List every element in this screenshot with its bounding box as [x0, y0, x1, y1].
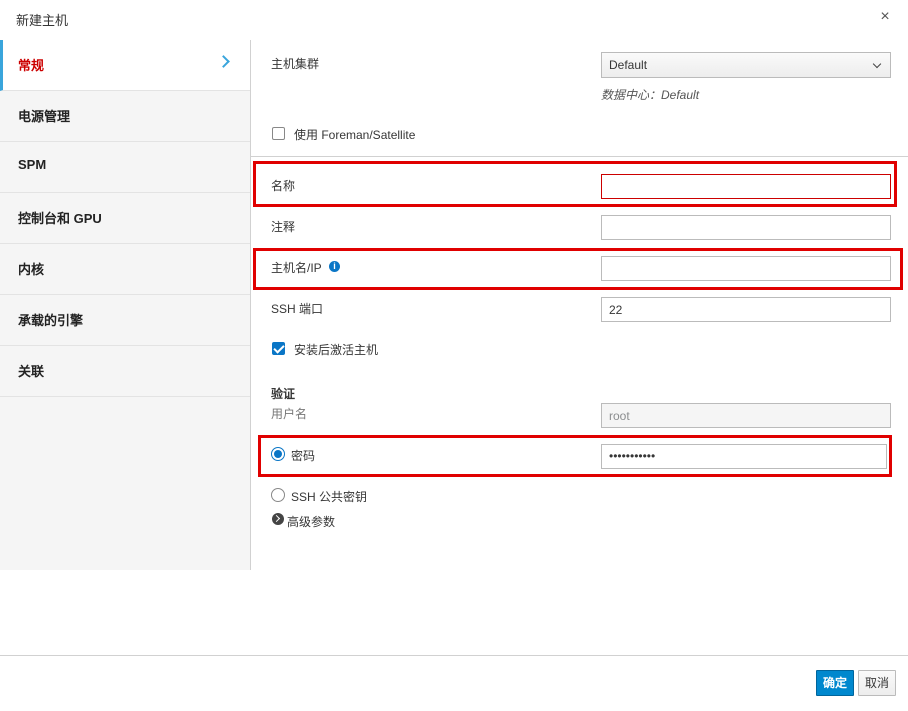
ssh-port-label: SSH 端口 — [271, 302, 324, 316]
sidebar-item-spm[interactable]: SPM — [0, 142, 250, 193]
password-radio-label: 密码 — [291, 449, 316, 463]
hostname-label: 主机名/IP — [271, 261, 322, 275]
dialog-title: 新建主机 — [16, 13, 69, 28]
ssh-port-input[interactable] — [601, 297, 891, 322]
sidebar-item-label: 电源管理 — [18, 109, 71, 124]
ok-button[interactable]: 确定 — [816, 670, 854, 696]
expand-icon[interactable] — [272, 513, 284, 525]
dialog-footer: 确定 取消 — [0, 655, 908, 711]
username-label: 用户名 — [271, 407, 308, 421]
divider — [251, 156, 908, 157]
username-input[interactable] — [601, 403, 891, 428]
sidebar-item-hosted-engine[interactable]: 承载的引擎 — [0, 295, 250, 346]
sidebar-item-console-gpu[interactable]: 控制台和 GPU — [0, 193, 250, 244]
chevron-down-icon — [872, 59, 882, 69]
dialog-header: 新建主机 × — [0, 0, 908, 40]
cluster-select-value: Default — [609, 58, 648, 72]
name-label: 名称 — [271, 179, 296, 193]
general-panel: 主机集群 Default 数据中心：Default 使用 Foreman/Sat… — [251, 40, 908, 570]
advanced-parameters-toggle[interactable]: 高级参数 — [287, 513, 335, 530]
comment-input[interactable] — [601, 215, 891, 240]
sidebar-item-power-management[interactable]: 电源管理 — [0, 91, 250, 142]
cluster-select[interactable]: Default — [601, 52, 891, 78]
activate-checkbox[interactable] — [272, 342, 285, 355]
comment-label: 注释 — [271, 220, 296, 234]
password-input[interactable]: ••••••••••• — [601, 444, 887, 469]
sidebar: 常规 电源管理 SPM 控制台和 GPU 内核 承载的引擎 关联 — [0, 40, 251, 570]
activate-checkbox-label: 安装后激活主机 — [294, 343, 379, 357]
chevron-right-icon — [217, 55, 230, 68]
password-radio[interactable] — [271, 447, 285, 461]
close-icon[interactable]: × — [876, 7, 894, 27]
sidebar-item-label: 内核 — [18, 262, 45, 277]
cancel-button[interactable]: 取消 — [858, 670, 896, 696]
sidebar-item-label: 关联 — [18, 364, 45, 379]
ssh-key-radio[interactable] — [271, 488, 285, 502]
name-input[interactable] — [601, 174, 891, 199]
hostname-input[interactable] — [601, 256, 891, 281]
auth-section-title: 验证 — [271, 387, 296, 401]
sidebar-item-label: 常规 — [18, 58, 45, 73]
sidebar-item-label: SPM — [18, 157, 47, 172]
sidebar-item-label: 控制台和 GPU — [18, 211, 102, 226]
info-icon[interactable]: i — [329, 261, 340, 272]
cluster-label: 主机集群 — [271, 57, 320, 71]
sidebar-item-kernel[interactable]: 内核 — [0, 244, 250, 295]
datacenter-hint: 数据中心：Default — [601, 88, 700, 102]
foreman-checkbox[interactable] — [272, 127, 285, 140]
sidebar-item-label: 承载的引擎 — [18, 313, 84, 328]
ssh-key-radio-label: SSH 公共密钥 — [291, 490, 368, 504]
sidebar-item-affinity[interactable]: 关联 — [0, 346, 250, 397]
sidebar-item-general[interactable]: 常规 — [0, 40, 250, 91]
foreman-checkbox-label: 使用 Foreman/Satellite — [294, 128, 416, 142]
